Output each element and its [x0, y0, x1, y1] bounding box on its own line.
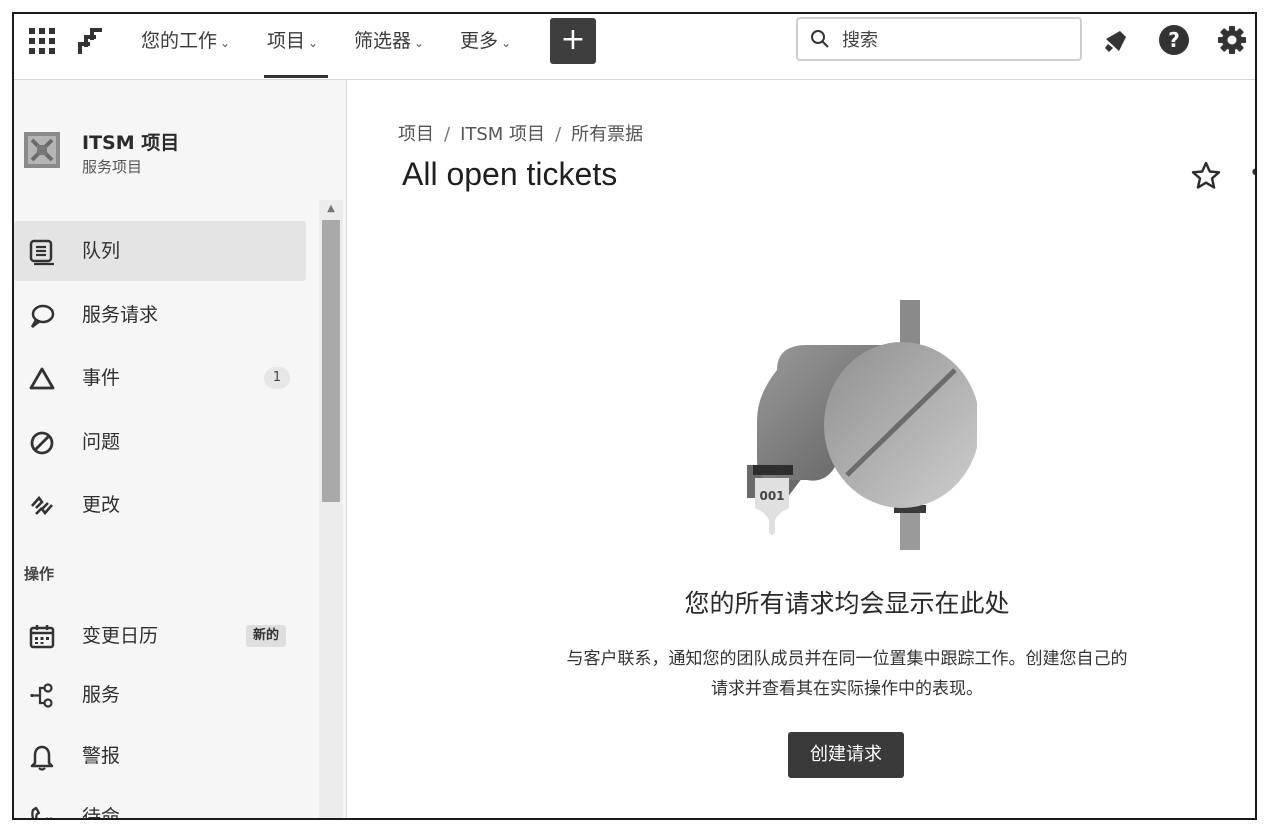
app-switcher-icon[interactable] [29, 28, 55, 54]
page-title: All open tickets [402, 156, 618, 192]
project-name[interactable]: ITSM 项目 [82, 128, 179, 155]
ticket-number: 001 [759, 489, 784, 503]
speech-bubble-icon [30, 304, 55, 328]
star-icon[interactable] [1190, 160, 1222, 192]
sidebar-item-services[interactable]: 服务 [14, 665, 306, 725]
top-navigation: 您的工作⌄ 项目⌄ 筛选器⌄ 更多⌄ + ? [14, 14, 1255, 80]
on-call-phone-icon [31, 806, 53, 818]
sidebar-item-label: 警报 [82, 745, 121, 767]
chevron-down-icon: ⌄ [308, 36, 319, 50]
chevron-down-icon: ⌄ [501, 36, 512, 50]
nav-more-label: 更多 [460, 30, 499, 52]
prohibited-icon [30, 431, 54, 455]
help-icon[interactable]: ? [1158, 24, 1190, 56]
empty-state-description: 与客户联系，通知您的团队成员并在同一位置集中跟踪工作。创建您自己的 请求并查看其… [497, 644, 1197, 704]
sidebar-item-label: 更改 [82, 494, 121, 516]
create-button[interactable]: + [550, 18, 596, 64]
empty-state-illustration: 001 [747, 300, 977, 550]
breadcrumb-separator: / [555, 124, 562, 145]
breadcrumb-item-itsm-project[interactable]: ITSM 项目 [460, 124, 545, 145]
more-actions-icon[interactable]: • [1249, 162, 1255, 186]
notifications-megaphone-icon[interactable] [1102, 26, 1132, 56]
sidebar-item-label: 变更日历 [82, 625, 159, 647]
nav-active-indicator [264, 75, 328, 78]
jira-logo-icon[interactable] [76, 26, 104, 56]
main-content: 项目 / ITSM 项目 / 所有票据 All open tickets • [347, 80, 1255, 818]
sidebar: ITSM 项目 服务项目 队列 服务请求 事件 1 问题 更改 操作 变更日历 … [14, 80, 347, 820]
scrollbar-thumb[interactable] [322, 220, 340, 502]
breadcrumb-item-projects[interactable]: 项目 [398, 124, 434, 145]
sidebar-item-service-requests[interactable]: 服务请求 [14, 285, 306, 345]
breadcrumb-separator: / [444, 124, 451, 145]
search-box[interactable] [796, 17, 1082, 61]
scroll-up-arrow-icon[interactable]: ▲ [319, 200, 343, 218]
settings-gear-icon[interactable] [1216, 24, 1248, 56]
queue-icon [29, 239, 54, 266]
search-icon [811, 30, 829, 48]
sidebar-item-incidents[interactable]: 事件 1 [14, 348, 306, 408]
calendar-icon [29, 625, 55, 649]
svg-text:?: ? [1168, 28, 1180, 52]
nav-filters[interactable]: 筛选器 ⌄ [354, 28, 424, 54]
sidebar-item-changes[interactable]: 更改 [14, 475, 306, 535]
empty-state-title: 您的所有请求均会显示在此处 [684, 589, 1010, 618]
change-arrows-icon [31, 495, 53, 516]
project-avatar-icon [24, 132, 60, 168]
warning-triangle-icon [29, 367, 55, 390]
sidebar-item-label: 队列 [82, 240, 121, 262]
nav-filters-label: 筛选器 [354, 30, 412, 52]
nav-projects[interactable]: 项目 ⌄ [267, 28, 318, 54]
search-input[interactable] [840, 25, 1064, 55]
sidebar-item-problems[interactable]: 问题 [14, 412, 306, 472]
bell-icon [30, 745, 54, 771]
empty-state-description-line: 与客户联系，通知您的团队成员并在同一位置集中跟踪工作。创建您自己的 [566, 649, 1128, 669]
services-icon [30, 683, 53, 708]
create-request-button[interactable]: 创建请求 [788, 732, 904, 778]
sidebar-item-label: 待命 [82, 806, 121, 820]
sidebar-item-on-call[interactable]: 待命 [14, 787, 306, 820]
nav-projects-label: 项目 [267, 30, 306, 52]
app-window: 您的工作⌄ 项目⌄ 筛选器⌄ 更多⌄ + ? [12, 12, 1257, 820]
new-badge: 新的 [246, 625, 287, 647]
nav-more[interactable]: 更多 ⌄ [460, 28, 511, 54]
nav-your-work[interactable]: 您的工作 ⌄ [141, 28, 230, 54]
sidebar-item-label: 服务请求 [82, 304, 159, 326]
nav-your-work-label: 您的工作 [141, 30, 218, 52]
sidebar-item-label: 问题 [82, 431, 121, 453]
section-heading-operations: 操作 [24, 565, 55, 583]
empty-state-description-line: 请求并查看其在实际操作中的表现。 [711, 679, 983, 699]
sidebar-scrollbar[interactable]: ▲ [319, 200, 343, 818]
breadcrumb-item-all-tickets[interactable]: 所有票据 [571, 124, 643, 145]
sidebar-item-alerts[interactable]: 警报 [14, 726, 306, 786]
chevron-down-icon: ⌄ [414, 36, 425, 50]
incident-count-badge: 1 [264, 367, 290, 389]
breadcrumb: 项目 / ITSM 项目 / 所有票据 [398, 120, 643, 146]
sidebar-item-label: 事件 [82, 367, 121, 389]
chevron-down-icon: ⌄ [220, 36, 231, 50]
sidebar-item-change-calendar[interactable]: 变更日历 新的 [14, 606, 306, 666]
sidebar-item-queues[interactable]: 队列 [14, 221, 306, 281]
sidebar-item-label: 服务 [82, 684, 121, 706]
project-type: 服务项目 [82, 158, 143, 176]
